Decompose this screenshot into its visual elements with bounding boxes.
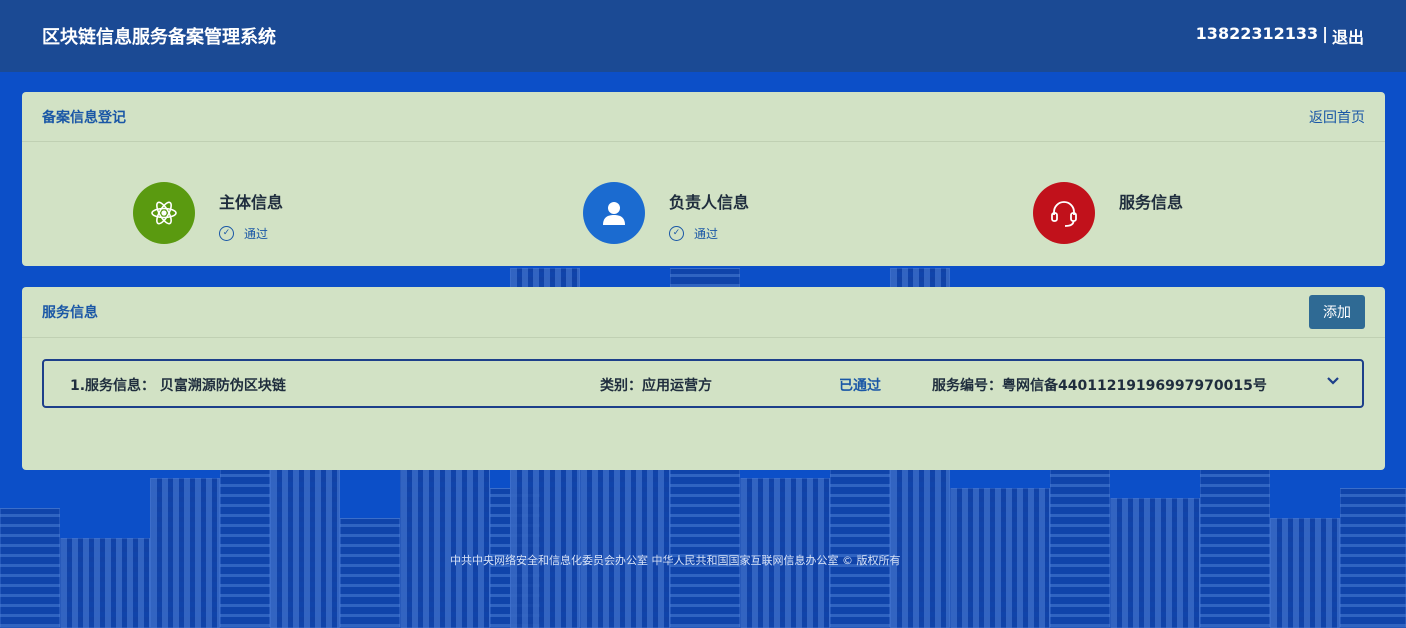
user-icon bbox=[583, 182, 645, 244]
registration-card-header: 备案信息登记 返回首页 bbox=[22, 92, 1385, 142]
user-phone: 13822312133 bbox=[1195, 24, 1319, 43]
step-status: ✓ 通过 bbox=[669, 225, 749, 242]
copyright-text: 中共中央网络安全和信息化委员会办公室 中华人民共和国国家互联网信息办公室 © 版… bbox=[450, 554, 901, 567]
check-circle-icon: ✓ bbox=[669, 226, 684, 241]
service-number: 服务编号：粤网信备44011219196997970015号 bbox=[932, 378, 1267, 394]
service-list-item[interactable]: 1.服务信息： 贝富溯源防伪区块链 类别：应用运营方 已通过 服务编号：粤网信备… bbox=[42, 359, 1364, 408]
services-card-header: 服务信息 添加 bbox=[22, 287, 1385, 338]
services-title: 服务信息 bbox=[42, 305, 98, 321]
service-category: 类别：应用运营方 bbox=[600, 378, 712, 394]
service-status: 已通过 bbox=[839, 378, 881, 394]
service-name: 1.服务信息： 贝富溯源防伪区块链 bbox=[70, 378, 286, 394]
logout-link[interactable]: 退出 bbox=[1332, 24, 1364, 48]
user-menu: 13822312133 | 退出 bbox=[1196, 24, 1364, 48]
app-title: 区块链信息服务备案管理系统 bbox=[42, 27, 276, 48]
user-separator: | bbox=[1322, 24, 1328, 43]
top-navigation-bar: 区块链信息服务备案管理系统 13822312133 | 退出 bbox=[0, 0, 1406, 72]
registration-steps: 主体信息 ✓ 通过 负责人信息 ✓ 通过 服务信息 bbox=[22, 142, 1385, 266]
step-entity-info[interactable]: 主体信息 ✓ 通过 bbox=[133, 182, 283, 244]
step-status-label: 通过 bbox=[244, 227, 269, 241]
check-circle-icon: ✓ bbox=[219, 226, 234, 241]
chevron-down-icon[interactable] bbox=[1326, 373, 1340, 391]
services-card: 服务信息 添加 1.服务信息： 贝富溯源防伪区块链 类别：应用运营方 已通过 服… bbox=[22, 287, 1385, 470]
step-responsible-person-info[interactable]: 负责人信息 ✓ 通过 bbox=[583, 182, 749, 244]
registration-card: 备案信息登记 返回首页 主体信息 ✓ 通过 负责人信息 ✓ 通过 服务信息 bbox=[22, 92, 1385, 266]
headset-icon bbox=[1033, 182, 1095, 244]
step-status: ✓ 通过 bbox=[219, 225, 283, 242]
back-home-link[interactable]: 返回首页 bbox=[1309, 107, 1365, 127]
step-service-info[interactable]: 服务信息 bbox=[1033, 182, 1183, 244]
step-name: 服务信息 bbox=[1119, 193, 1184, 212]
step-name: 负责人信息 bbox=[669, 193, 750, 212]
atom-icon bbox=[133, 182, 195, 244]
add-service-button[interactable]: 添加 bbox=[1309, 295, 1365, 329]
step-name: 主体信息 bbox=[219, 193, 284, 212]
registration-title: 备案信息登记 bbox=[42, 109, 126, 126]
step-status-label: 通过 bbox=[694, 227, 719, 241]
